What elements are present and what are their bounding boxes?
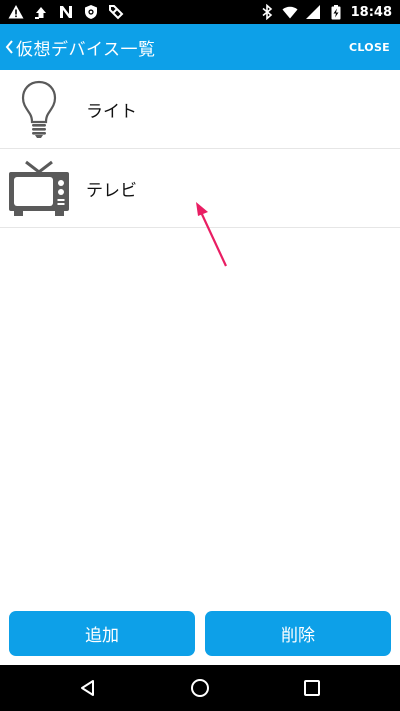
chevron-left-icon	[2, 24, 16, 70]
status-time: 18:48	[350, 4, 392, 20]
tag-icon	[108, 4, 124, 20]
close-button[interactable]: CLOSE	[349, 24, 390, 70]
device-label: ライト	[86, 101, 137, 122]
app-bar: 仮想デバイス一覧 CLOSE	[0, 24, 400, 70]
status-notifications	[8, 3, 124, 21]
lightbulb-icon	[8, 79, 70, 139]
battery-icon	[328, 4, 344, 20]
device-label: テレビ	[86, 180, 137, 201]
status-system: 18:48	[259, 3, 392, 21]
signal-icon	[305, 4, 321, 20]
page-title: 仮想デバイス一覧	[16, 39, 156, 60]
nav-home-icon[interactable]	[177, 665, 223, 711]
tv-icon	[8, 158, 70, 218]
sync-icon	[33, 4, 49, 20]
status-bar: 18:48	[0, 0, 400, 24]
list-item-light[interactable]: ライト	[0, 70, 400, 149]
device-list: ライト テレビ	[0, 70, 400, 228]
shield-icon	[83, 4, 99, 20]
bluetooth-icon	[259, 4, 275, 20]
nav-back-icon[interactable]	[65, 665, 111, 711]
delete-button[interactable]: 削除	[205, 611, 391, 656]
back-button[interactable]: 仮想デバイス一覧	[0, 24, 156, 70]
n-icon	[58, 4, 74, 20]
list-item-tv[interactable]: テレビ	[0, 149, 400, 228]
action-bar: 追加 削除	[0, 603, 400, 665]
nav-recents-icon[interactable]	[289, 665, 335, 711]
navigation-bar	[0, 665, 400, 711]
warning-icon	[8, 4, 24, 20]
add-button[interactable]: 追加	[9, 611, 195, 656]
wifi-icon	[282, 4, 298, 20]
